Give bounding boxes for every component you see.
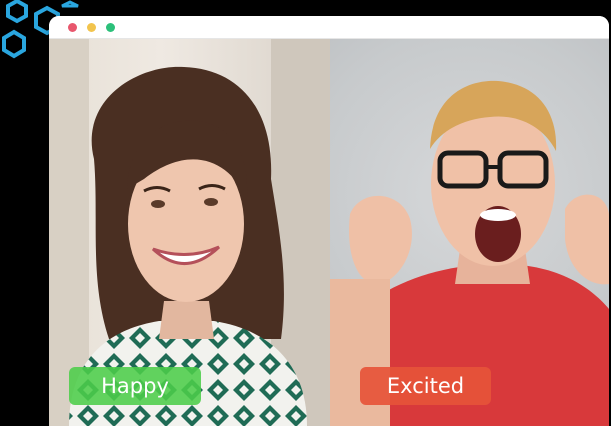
emotion-label-excited: Excited — [360, 367, 491, 405]
maximize-window-button[interactable] — [106, 23, 115, 32]
page: Happy Excited — [0, 0, 611, 426]
close-window-button[interactable] — [68, 23, 77, 32]
video-call-window: Happy Excited — [49, 16, 609, 426]
video-panels: Happy Excited — [49, 39, 609, 426]
emotion-label-happy: Happy — [69, 367, 201, 405]
minimize-window-button[interactable] — [87, 23, 96, 32]
video-panel-right: Excited — [330, 39, 609, 426]
video-panel-left: Happy — [49, 39, 330, 426]
window-titlebar — [49, 16, 609, 39]
